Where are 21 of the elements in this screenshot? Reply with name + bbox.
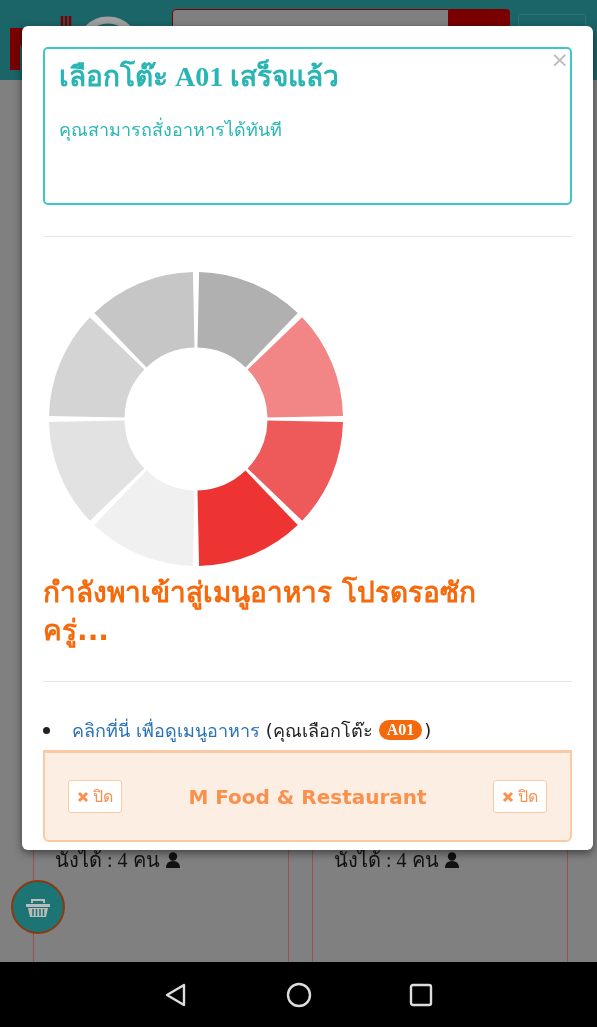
close-button[interactable]: ปิด [493, 780, 547, 813]
seat-count: นั่งได้ : 4 คน [334, 848, 439, 873]
home-icon[interactable] [285, 981, 312, 1008]
menu-link[interactable]: คลิกที่นี่ เพื่อดูเมนูอาหาร [72, 715, 260, 745]
alert-title: เลือกโต๊ะ A01 เสร็จแล้ว [59, 58, 341, 94]
close-icon [77, 790, 89, 803]
footer-title: M Food & Restaurant [188, 784, 427, 809]
close-button[interactable]: × [550, 48, 569, 72]
alert-message: คุณสามารถสั่งอาหารได้ทันที [59, 116, 283, 143]
recents-icon[interactable] [407, 981, 434, 1008]
person-icon [165, 852, 180, 868]
loading-text: กำลังพาเข้าสู่เมนูอาหาร โปรดรอซักครู่... [43, 575, 477, 650]
seat-count: นั่งได้ : 4 คน [55, 848, 160, 873]
close-button[interactable]: ปิด [68, 780, 122, 813]
bullet-icon [43, 726, 50, 734]
table-note: (คุณเลือกโต๊ะ [265, 718, 373, 744]
table-badge: A01 [378, 720, 423, 740]
person-icon [444, 852, 459, 868]
basket-button[interactable] [11, 880, 65, 934]
closing-paren: ) [424, 719, 432, 741]
close-icon [502, 790, 514, 803]
